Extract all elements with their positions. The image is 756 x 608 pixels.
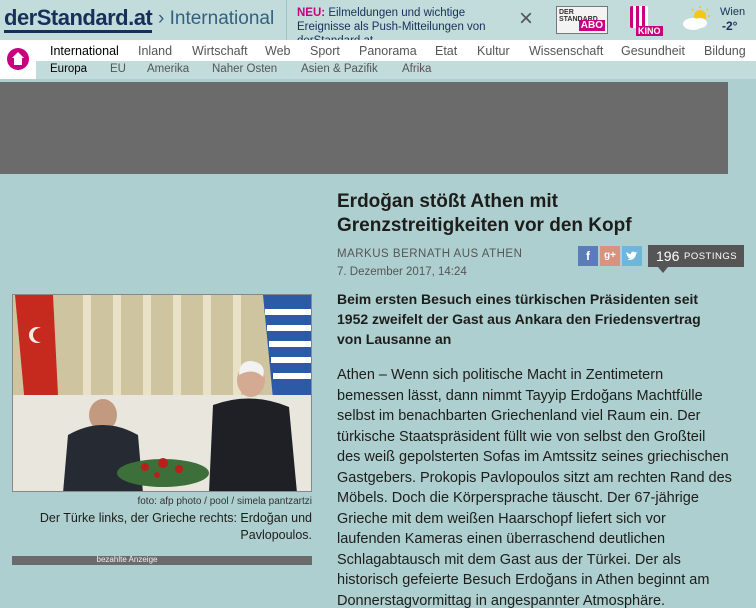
- nav-item-wissenschaft[interactable]: Wissenschaft: [529, 44, 603, 58]
- site-logo[interactable]: derStandard.at: [4, 6, 153, 33]
- weather-temperature[interactable]: -2°: [722, 19, 737, 33]
- subnav-item-amerika[interactable]: Amerika: [147, 63, 189, 75]
- postings-label: POSTINGS: [684, 251, 738, 262]
- close-icon[interactable]: ×: [519, 7, 533, 31]
- subnav-item-eu[interactable]: EU: [110, 63, 126, 75]
- postings-count: 196: [656, 248, 680, 264]
- nav-item-inland[interactable]: Inland: [138, 44, 172, 58]
- secondary-nav: [36, 61, 756, 79]
- home-icon: [7, 48, 29, 70]
- nav-item-bildung[interactable]: Bildung: [704, 44, 746, 58]
- twitter-bird-icon: [626, 251, 638, 260]
- subnav-item-europa[interactable]: Europa: [50, 63, 87, 75]
- nav-item-gesundheit[interactable]: Gesundheit: [621, 44, 685, 58]
- popcorn-icon: [630, 6, 648, 28]
- ad-banner[interactable]: [0, 82, 728, 174]
- nav-item-international[interactable]: International: [50, 44, 119, 58]
- photo-caption: Der Türke links, der Grieche rechts: Erd…: [39, 511, 312, 542]
- article-author[interactable]: Markus Bernath aus Athen: [337, 248, 522, 260]
- subnav-item-naher-osten[interactable]: Naher Osten: [212, 63, 277, 75]
- sun-cloud-icon[interactable]: [680, 6, 714, 32]
- twitter-share-icon[interactable]: [622, 246, 642, 266]
- top-header: derStandard.at › International NEU: Eilm…: [0, 0, 756, 47]
- article-body: Athen – Wenn sich politische Macht in Ze…: [337, 367, 732, 608]
- kino-label: KINO: [636, 26, 663, 36]
- home-button[interactable]: [0, 40, 36, 79]
- nav-item-web[interactable]: Web: [265, 44, 290, 58]
- photo-credit: foto: afp photo / pool / simela pantzart…: [137, 496, 312, 507]
- push-notification-promo[interactable]: NEU: Eilmeldungen und wichtige Ereigniss…: [286, 0, 548, 47]
- facebook-share-icon[interactable]: f: [578, 246, 598, 266]
- photo-illustration: [13, 295, 311, 491]
- push-new-label: NEU:: [297, 7, 326, 19]
- abo-button[interactable]: DER STANDARD ABO: [556, 6, 608, 34]
- article-photo[interactable]: [12, 294, 312, 492]
- postings-button[interactable]: 196 POSTINGS: [648, 245, 744, 273]
- kino-button[interactable]: KINO: [626, 4, 663, 36]
- article-headline: Erdoğan stößt Athen mit Grenzstreitigkei…: [337, 191, 632, 236]
- subnav-item-afrika[interactable]: Afrika: [402, 63, 431, 75]
- paid-ad-label: bezahlte Anzeige: [96, 555, 158, 564]
- google-plus-share-icon[interactable]: g+: [600, 246, 620, 266]
- article-date: 7. Dezember 2017, 14:24: [337, 266, 467, 278]
- nav-item-wirtschaft[interactable]: Wirtschaft: [192, 44, 248, 58]
- weather-city[interactable]: Wien: [720, 6, 745, 18]
- abo-label: ABO: [578, 20, 605, 31]
- paid-ad-bar[interactable]: bezahlte Anzeige: [12, 555, 312, 565]
- nav-item-kultur[interactable]: Kultur: [477, 44, 510, 58]
- section-breadcrumb[interactable]: › International: [158, 8, 274, 30]
- subnav-item-asien-pazifik[interactable]: Asien & Pazifik: [301, 63, 378, 75]
- nav-item-etat[interactable]: Etat: [435, 44, 457, 58]
- nav-item-panorama[interactable]: Panorama: [359, 44, 417, 58]
- nav-item-sport[interactable]: Sport: [310, 44, 340, 58]
- article-lead: Beim ersten Besuch eines türkischen Präs…: [337, 291, 701, 347]
